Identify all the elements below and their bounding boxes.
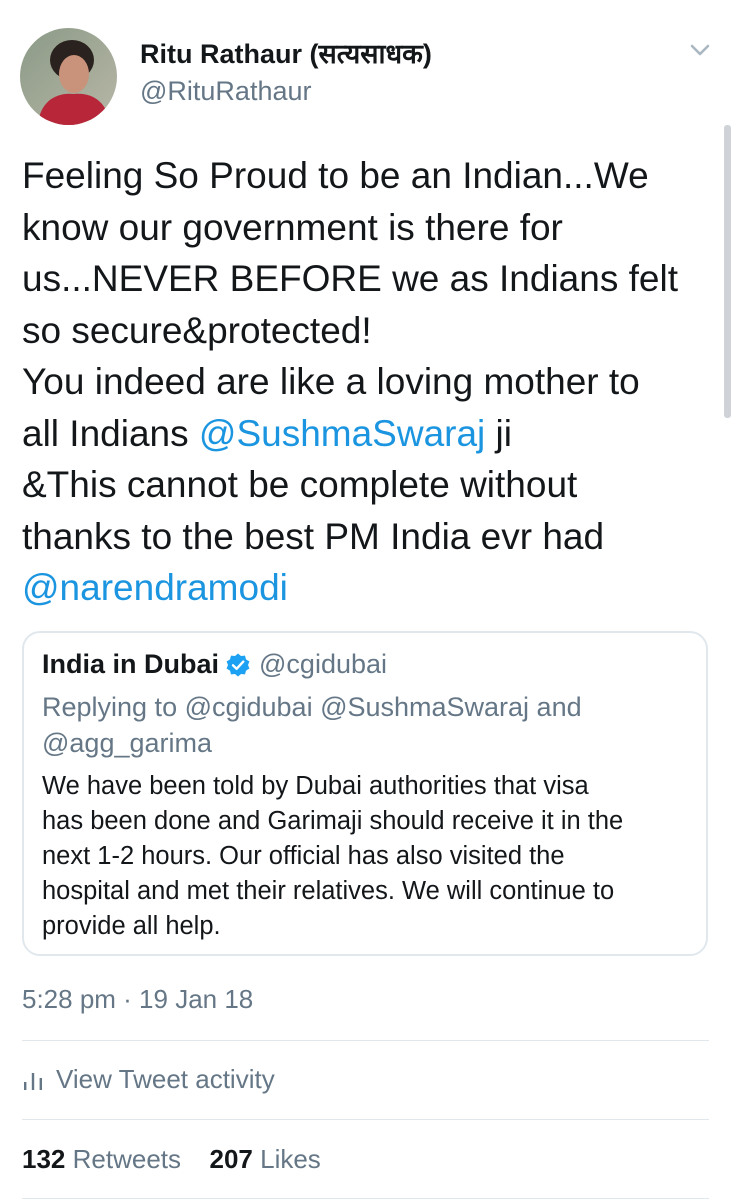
author-handle[interactable]: @RituRathaur — [140, 76, 311, 107]
mention-link[interactable]: @SushmaSwaraj — [199, 413, 485, 454]
tweet-text-line: &This cannot be complete without — [22, 459, 722, 511]
view-tweet-activity-label: View Tweet activity — [56, 1064, 275, 1094]
tweet-text-line: @narendramodi — [22, 562, 722, 614]
replying-to: Replying to @cgidubai @SushmaSwaraj and … — [42, 689, 692, 761]
quoted-tweet[interactable]: India in Dubai @cgidubai Replying to @cg… — [22, 631, 708, 956]
view-tweet-activity-link[interactable]: View Tweet activity — [22, 1064, 275, 1095]
verified-badge-icon — [225, 652, 251, 678]
author-name[interactable]: Ritu Rathaur (सत्यसाधक) — [140, 34, 432, 71]
divider — [22, 1040, 709, 1041]
tweet-text-segment: Feeling So Proud to be an Indian...We — [22, 155, 649, 196]
retweets-label: Retweets — [72, 1144, 182, 1174]
mention-link[interactable]: @narendramodi — [22, 567, 288, 608]
retweets-stat[interactable]: 132 Retweets — [22, 1144, 188, 1174]
quoted-text-line: next 1-2 hours. Our official has also vi… — [42, 842, 565, 870]
quoted-text: We have been told by Dubai authorities t… — [42, 769, 702, 944]
quoted-header: India in Dubai @cgidubai — [42, 649, 387, 680]
avatar[interactable] — [20, 28, 117, 125]
tweet-text-line: know our government is there for — [22, 202, 722, 254]
tweet-text: Feeling So Proud to be an Indian...We kno… — [22, 150, 722, 614]
tweet-text-segment: so secure&protected! — [22, 309, 372, 351]
tweet-text-segment: thanks to the best PM India evr had — [22, 515, 605, 557]
tweet-timestamp: 5:28 pm · 19 Jan 18 — [22, 984, 254, 1014]
likes-stat[interactable]: 207 Likes — [209, 1144, 320, 1174]
quoted-text-line: We have been told by Dubai authorities t… — [42, 772, 589, 800]
tweet-text-line: thanks to the best PM India evr had — [22, 511, 722, 563]
tweet-text-line: You indeed are like a loving mother to — [22, 356, 722, 408]
tweet-text-segment: ji — [485, 412, 513, 454]
tweet-text-segment: You indeed are like a loving mother to — [22, 361, 640, 402]
tweet-stats: 132 Retweets 207 Likes — [22, 1144, 321, 1175]
chevron-down-icon[interactable] — [686, 36, 714, 64]
quoted-text-line: has been done and Garimaji should receiv… — [42, 807, 624, 835]
tweet-text-segment: know our government is there for — [22, 206, 563, 248]
quoted-text-line: provide all help. — [42, 912, 221, 940]
divider — [22, 1119, 709, 1120]
tweet-text-line: so secure&protected! — [22, 305, 722, 357]
retweets-count: 132 — [22, 1144, 66, 1174]
replying-to-line: @agg_garima — [42, 728, 213, 758]
tweet-text-segment: &This cannot be complete without — [22, 464, 578, 505]
replying-to-line: Replying to @cgidubai @SushmaSwaraj and — [42, 692, 582, 722]
divider — [22, 1198, 709, 1199]
likes-count: 207 — [209, 1144, 253, 1174]
tweet-text-line: Feeling So Proud to be an Indian...We — [22, 150, 722, 202]
tweet-text-line: us...NEVER BEFORE we as Indians felt — [22, 253, 722, 305]
tweet-text-segment: us...NEVER BEFORE we as Indians felt — [22, 258, 678, 299]
quoted-author-handle[interactable]: @cgidubai — [259, 649, 387, 680]
quoted-author-name[interactable]: India in Dubai — [42, 649, 219, 680]
tweet-text-segment: all Indians — [22, 412, 199, 454]
tweet-text-line: all Indians @SushmaSwaraj ji — [22, 408, 722, 460]
analytics-bar-icon — [24, 1072, 42, 1090]
quoted-text-line: hospital and met their relatives. We wil… — [42, 877, 615, 905]
likes-label: Likes — [260, 1144, 321, 1174]
scrollbar[interactable] — [724, 125, 731, 418]
